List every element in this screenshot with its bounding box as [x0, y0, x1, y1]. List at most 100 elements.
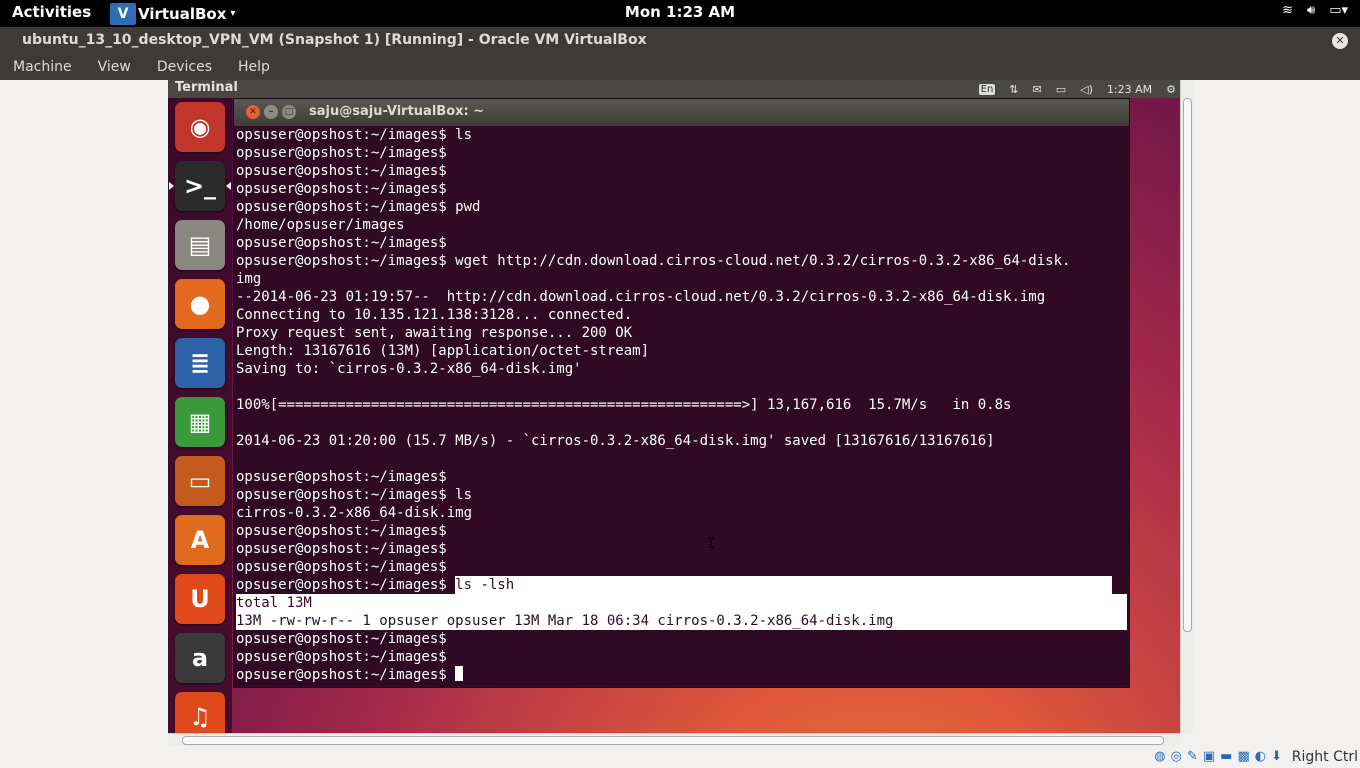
battery-icon[interactable]: ▭▾ — [1329, 3, 1348, 18]
launcher-software-center[interactable]: A — [175, 515, 225, 565]
horizontal-scrollbar[interactable] — [168, 733, 1180, 746]
terminal-line: Connecting to 10.135.121.138:3128... con… — [236, 307, 633, 323]
ubuntu-one-music-icon: ♫ — [189, 703, 211, 731]
launcher-running-pip — [169, 182, 174, 190]
terminal-prompt: opsuser@opshost:~/images$ — [236, 577, 456, 593]
launcher-firefox[interactable]: ● — [175, 279, 225, 329]
close-icon[interactable]: ✕ — [1332, 33, 1348, 49]
terminal-titlebar[interactable]: ✕ – □ saju@saju-VirtualBox: ~ — [234, 99, 1129, 126]
software-center-icon: A — [190, 526, 210, 554]
gear-icon[interactable]: ⚙ — [1166, 83, 1176, 96]
battery-icon[interactable]: ▭ — [1056, 83, 1066, 96]
terminal-line: opsuser@opshost:~/images$ — [236, 631, 447, 647]
terminal-line: cirros-0.3.2-x86_64-disk.img — [236, 505, 473, 521]
vertical-scrollbar-thumb[interactable] — [1183, 98, 1192, 632]
vbox-titlebar: ubuntu_13_10_desktop_VPN_VM (Snapshot 1)… — [0, 27, 1360, 55]
vertical-scrollbar[interactable] — [1180, 80, 1193, 733]
terminal-line: Length: 13167616 (13M) [application/octe… — [236, 343, 650, 359]
menu-devices[interactable]: Devices — [144, 55, 225, 80]
menu-machine[interactable]: Machine — [0, 55, 85, 80]
terminal-cursor — [455, 666, 464, 681]
virtualbox-icon: V — [110, 2, 136, 25]
terminal-line: opsuser@opshost:~/images$ ls -lsh — [236, 576, 1127, 594]
capture-icon[interactable]: ◐ — [1255, 749, 1266, 764]
shared-folder-icon[interactable]: ▬ — [1220, 749, 1232, 764]
terminal-line: opsuser@opshost:~/images$ — [236, 523, 447, 539]
launcher-files[interactable]: ▤ — [175, 220, 225, 270]
terminal-window[interactable]: ✕ – □ saju@saju-VirtualBox: ~ opsuser@op… — [233, 98, 1130, 688]
terminal-line: opsuser@opshost:~/images$ ls — [236, 127, 473, 143]
libreoffice-calc-icon: ▦ — [188, 408, 212, 436]
window-title: ubuntu_13_10_desktop_VPN_VM (Snapshot 1)… — [22, 32, 647, 48]
firefox-icon: ● — [189, 290, 211, 318]
minimize-icon[interactable]: – — [264, 105, 278, 119]
launcher-dash-home[interactable]: ◉ — [175, 102, 225, 152]
terminal-title: saju@saju-VirtualBox: ~ — [309, 104, 485, 119]
launcher-libreoffice-impress[interactable]: ▭ — [175, 456, 225, 506]
terminal-line: total 13M — [236, 594, 1127, 612]
mail-icon[interactable]: ✉ — [1033, 83, 1042, 96]
wifi-icon[interactable]: ≋ — [1282, 3, 1293, 18]
terminal-line: opsuser@opshost:~/images$ — [236, 666, 1127, 684]
dash-home-icon: ◉ — [189, 113, 211, 141]
terminal-line: opsuser@opshost:~/images$ — [236, 163, 447, 179]
vbox-statusbar: ◍ ◎ ✎ ▣ ▬ ▩ ◐ ⬇ Right Ctrl — [0, 746, 1360, 768]
chevron-down-icon: ▾ — [230, 8, 236, 19]
terminal-line: 2014-06-23 01:20:00 (15.7 MB/s) - `cirro… — [236, 433, 995, 449]
optical-drive-icon[interactable]: ◎ — [1171, 749, 1182, 764]
menu-view[interactable]: View — [85, 55, 144, 80]
network-arrows-icon[interactable]: ⇅ — [1009, 83, 1018, 96]
text-cursor-icon: I — [707, 536, 716, 552]
terminal-line: Proxy request sent, awaiting response...… — [236, 325, 633, 341]
activities-button[interactable]: Activities — [12, 3, 91, 21]
horizontal-scrollbar-thumb[interactable] — [182, 736, 1164, 745]
launcher-libreoffice-calc[interactable]: ▦ — [175, 397, 225, 447]
terminal-line: opsuser@opshost:~/images$ — [236, 469, 447, 485]
display-icon[interactable]: ▩ — [1237, 749, 1249, 764]
terminal-line: opsuser@opshost:~/images$ wget http://cd… — [236, 253, 1071, 269]
volume-icon[interactable]: 🔊︎ — [1307, 3, 1315, 18]
terminal-line: opsuser@opshost:~/images$ pwd — [236, 199, 481, 215]
terminal-line: --2014-06-23 01:19:57-- http://cdn.downl… — [236, 289, 1046, 305]
launcher-ubuntu-one-music[interactable]: ♫ — [175, 692, 225, 733]
vm-display[interactable]: Terminal En ⇅ ✉ ▭ ◁) 1:23 AM ⚙ ◉ >_ ▤ ● ≣ ▦ ▭ A… — [168, 80, 1180, 733]
system-tray: ≋ 🔊︎ ▭▾ — [1282, 3, 1348, 18]
terminal-line: opsuser@opshost:~/images$ — [236, 559, 447, 575]
network-icon[interactable]: ▣ — [1203, 749, 1215, 764]
ubuntu-one-icon: U — [190, 585, 210, 613]
terminal-line: opsuser@opshost:~/images$ — [236, 181, 447, 197]
launcher-terminal[interactable]: >_ — [175, 161, 225, 211]
terminal-line: Saving to: `cirros-0.3.2-x86_64-disk.img… — [236, 361, 582, 377]
keyboard-layout-indicator[interactable]: En — [978, 83, 996, 95]
maximize-icon[interactable]: □ — [282, 105, 296, 119]
terminal-line: opsuser@opshost:~/images$ — [236, 145, 447, 161]
terminal-line: opsuser@opshost:~/images$ — [236, 649, 447, 665]
app-menu-label: VirtualBox — [138, 4, 227, 23]
guest-tray: En ⇅ ✉ ▭ ◁) 1:23 AM ⚙ — [978, 80, 1180, 98]
launcher-ubuntu-one[interactable]: U — [175, 574, 225, 624]
launcher-amazon[interactable]: a — [175, 633, 225, 683]
close-icon[interactable]: ✕ — [246, 105, 260, 119]
mouse-integration-icon[interactable]: ⬇ — [1271, 749, 1282, 764]
app-menu[interactable]: V VirtualBox ▾ — [110, 0, 235, 27]
terminal-line: /home/opsuser/images — [236, 217, 405, 233]
launcher-libreoffice-writer[interactable]: ≣ — [175, 338, 225, 388]
libreoffice-impress-icon: ▭ — [188, 467, 212, 495]
terminal-output[interactable]: opsuser@opshost:~/images$ ls opsuser@opsh… — [236, 126, 1127, 686]
files-icon: ▤ — [188, 231, 212, 259]
host-key-label: Right Ctrl — [1291, 749, 1358, 765]
usb-icon[interactable]: ✎ — [1187, 749, 1198, 764]
amazon-icon: a — [191, 644, 209, 672]
guest-panel-title: Terminal — [175, 80, 238, 95]
terminal-icon: >_ — [183, 172, 217, 200]
guest-top-panel: Terminal En ⇅ ✉ ▭ ◁) 1:23 AM ⚙ — [168, 80, 1180, 98]
libreoffice-writer-icon: ≣ — [189, 349, 211, 377]
guest-clock[interactable]: 1:23 AM — [1107, 83, 1152, 96]
hard-disk-icon[interactable]: ◍ — [1154, 749, 1165, 764]
terminal-line: opsuser@opshost:~/images$ ls — [236, 487, 473, 503]
volume-icon[interactable]: ◁) — [1080, 83, 1093, 96]
menu-help[interactable]: Help — [225, 55, 283, 80]
